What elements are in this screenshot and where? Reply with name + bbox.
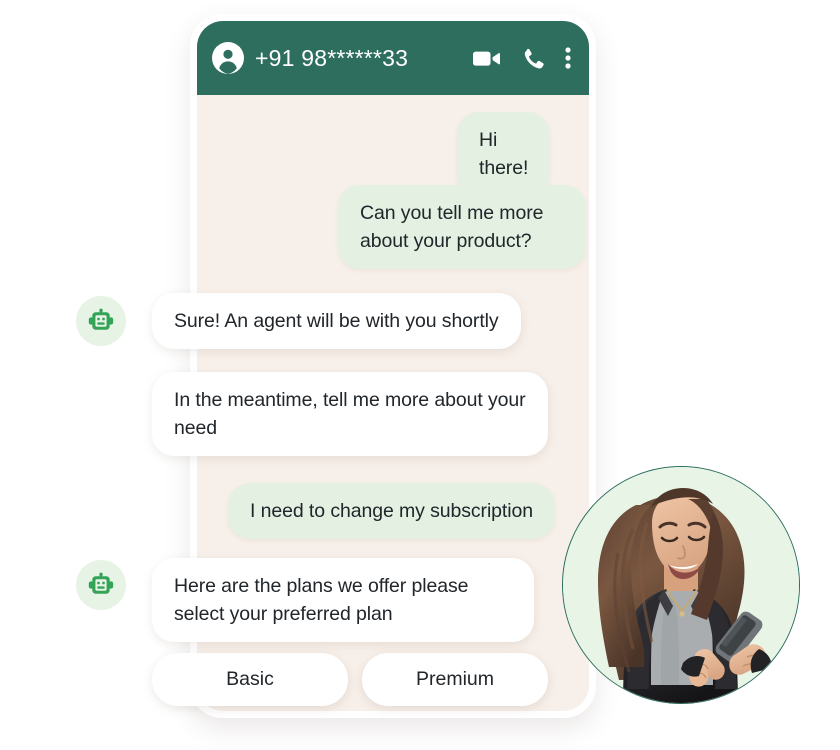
woman-using-phone-photo — [562, 466, 800, 704]
quick-reply-premium-button[interactable]: Premium — [362, 653, 548, 706]
message-row-incoming: In the meantime, tell me more about your… — [152, 372, 548, 456]
message-bubble-incoming: In the meantime, tell me more about your… — [152, 372, 548, 456]
robot-icon — [88, 308, 114, 330]
quick-reply-basic-button[interactable]: Basic — [152, 653, 348, 706]
chat-overlay-layer: Hi there! Can you tell me more about you… — [0, 0, 840, 750]
illustration-canvas: +91 98******33 Hi there! Can you tell me… — [0, 0, 840, 750]
message-bubble-outgoing: Hi there! — [457, 112, 551, 196]
woman-using-phone-illustration — [563, 467, 799, 703]
message-row-incoming: Here are the plans we offer please selec… — [152, 558, 534, 642]
message-row-outgoing: Can you tell me more about your product? — [338, 185, 586, 269]
message-bubble-outgoing: Can you tell me more about your product? — [338, 185, 586, 269]
message-row-outgoing: I need to change my subscription — [228, 483, 555, 539]
bot-avatar — [76, 296, 126, 346]
message-bubble-incoming: Here are the plans we offer please selec… — [152, 558, 534, 642]
robot-icon — [88, 572, 114, 594]
bot-avatar — [76, 560, 126, 610]
message-row-incoming: Sure! An agent will be with you shortly — [152, 293, 521, 349]
message-bubble-outgoing: I need to change my subscription — [228, 483, 555, 539]
quick-reply-group: Basic Premium — [152, 653, 548, 706]
message-bubble-incoming: Sure! An agent will be with you shortly — [152, 293, 521, 349]
